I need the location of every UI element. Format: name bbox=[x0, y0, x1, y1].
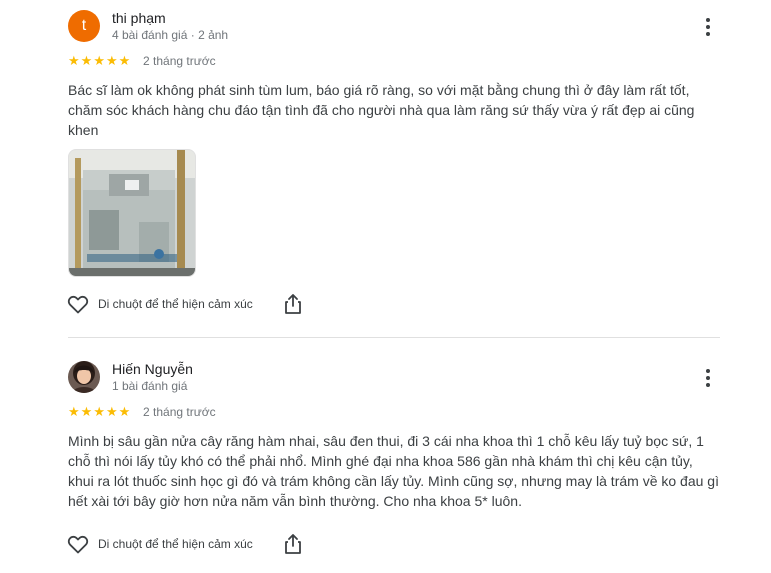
more-vert-icon-dot bbox=[706, 18, 710, 22]
review-date: 2 tháng trước bbox=[143, 54, 216, 68]
more-vert-icon-dot bbox=[706, 369, 710, 373]
reviewer-name[interactable]: Hiến Nguyễn bbox=[112, 361, 193, 377]
review-photo[interactable] bbox=[68, 149, 196, 277]
star-rating: ★ ★ ★ ★ ★ bbox=[68, 405, 130, 419]
more-options-button[interactable] bbox=[696, 15, 720, 39]
star-rating: ★ ★ ★ ★ ★ bbox=[68, 54, 130, 68]
star-icon: ★ bbox=[118, 404, 131, 419]
review-text: Bác sĩ làm ok không phát sinh tùm lum, b… bbox=[68, 82, 695, 138]
heart-outline-icon[interactable] bbox=[66, 292, 90, 316]
star-icon: ★ bbox=[68, 53, 80, 68]
star-icon: ★ bbox=[93, 404, 105, 419]
avatar[interactable] bbox=[68, 361, 100, 393]
star-icon: ★ bbox=[80, 53, 93, 68]
reaction-label: Di chuột để thể hiện cảm xúc bbox=[98, 297, 253, 311]
star-icon: ★ bbox=[93, 53, 105, 68]
more-vert-icon-dot bbox=[706, 376, 710, 380]
reaction-row: Di chuột để thể hiện cảm xúc bbox=[66, 532, 253, 556]
reviewer-meta: 4 bài đánh giá · 2 ảnh bbox=[112, 28, 229, 42]
avatar-photo bbox=[68, 361, 100, 393]
star-icon: ★ bbox=[68, 404, 80, 419]
review-photo-image bbox=[69, 150, 195, 276]
more-vert-icon-dot bbox=[706, 383, 710, 387]
star-icon: ★ bbox=[105, 53, 118, 68]
share-icon[interactable] bbox=[284, 534, 302, 554]
reaction-label: Di chuột để thể hiện cảm xúc bbox=[98, 537, 253, 551]
review-divider bbox=[68, 337, 720, 338]
reaction-row: Di chuột để thể hiện cảm xúc bbox=[66, 292, 253, 316]
heart-outline-icon[interactable] bbox=[66, 532, 90, 556]
star-icon: ★ bbox=[105, 404, 118, 419]
more-vert-icon-dot bbox=[706, 32, 710, 36]
star-icon: ★ bbox=[80, 404, 93, 419]
avatar[interactable]: t bbox=[68, 10, 100, 42]
more-options-button[interactable] bbox=[696, 366, 720, 390]
star-icon: ★ bbox=[118, 53, 131, 68]
more-vert-icon-dot bbox=[706, 25, 710, 29]
review-text: Mình bị sâu gần nửa cây răng hàm nhai, s… bbox=[68, 433, 719, 509]
share-icon[interactable] bbox=[284, 294, 302, 314]
review-date: 2 tháng trước bbox=[143, 405, 216, 419]
reviewer-name[interactable]: thi phạm bbox=[112, 10, 166, 26]
reviewer-meta: 1 bài đánh giá bbox=[112, 379, 188, 393]
